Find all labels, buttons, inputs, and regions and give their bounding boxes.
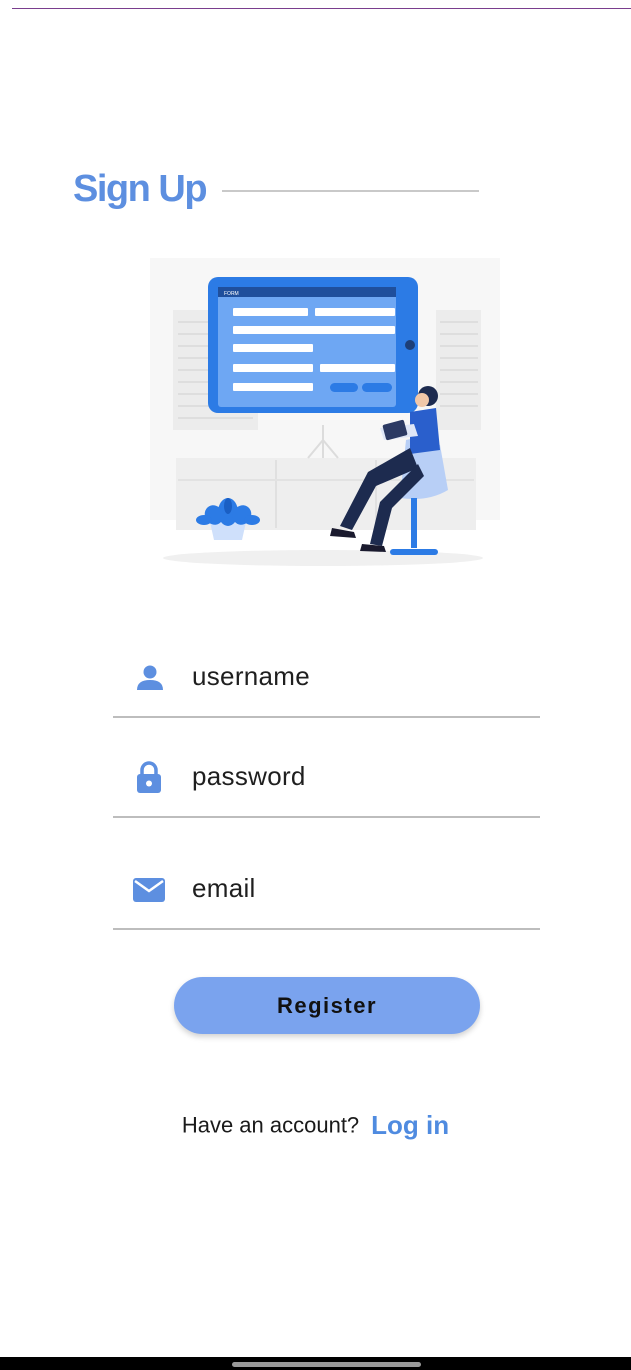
email-field[interactable]: email [113,830,540,930]
mail-icon [133,878,165,902]
password-input[interactable]: password [192,761,306,792]
title-rule [222,190,480,192]
register-button[interactable]: Register [174,977,480,1034]
lock-icon [137,761,161,793]
status-divider [12,8,631,9]
title-row: Sign Up [73,163,480,215]
login-row: Have an account? Log in [0,1110,631,1141]
login-link[interactable]: Log in [371,1110,449,1140]
home-indicator[interactable] [232,1362,421,1367]
person-icon [137,665,163,690]
illustration-form-header: FORM [224,291,239,297]
sign-up-illustration: FORM [150,258,500,566]
password-field[interactable]: password [113,718,540,818]
login-prompt: Have an account? [181,1112,360,1138]
page-title: Sign Up [73,168,208,210]
email-input[interactable]: email [192,873,256,904]
username-field[interactable]: username [113,618,540,718]
username-input[interactable]: username [192,661,310,692]
sign-up-screen: Sign Up FORM username password email Reg… [0,0,631,1370]
